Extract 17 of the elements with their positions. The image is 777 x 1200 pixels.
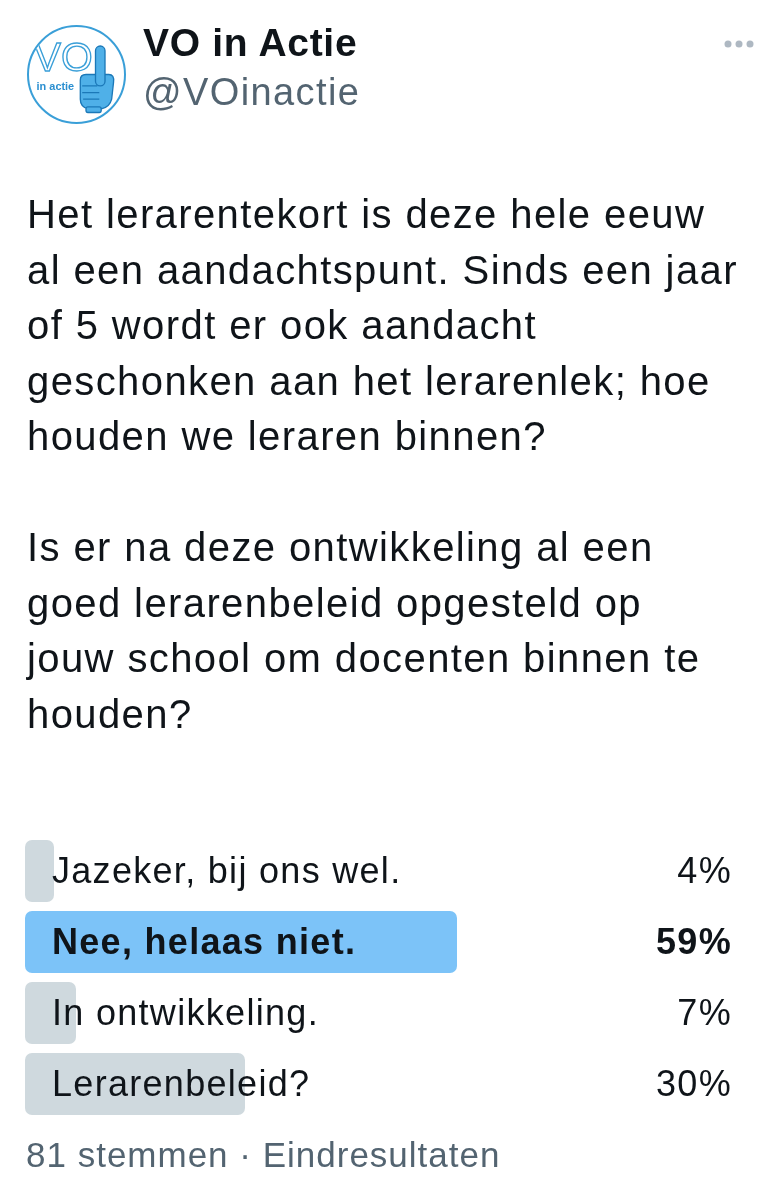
author-name[interactable]: VO in Actie [143, 21, 358, 65]
logo-subtext: in actie [36, 79, 75, 92]
poll-percentage: 30% [656, 1062, 732, 1106]
poll-summary: 81 stemmen · Eindresultaten [26, 1135, 501, 1175]
poll-percentage: 7% [677, 991, 732, 1035]
logo-text: VO [33, 33, 93, 80]
tweet-text: Is er na deze ontwikkeling al een goed lerarenbeleid opgesteld op jouw school om docenten binnen te houden? [27, 524, 701, 738]
poll-option-label: Jazeker, bij ons wel. [52, 849, 402, 893]
more-icon[interactable] [724, 40, 754, 48]
poll-percentage: 4% [677, 849, 732, 893]
poll-option-label: In ontwikkeling. [52, 991, 319, 1035]
author-handle[interactable]: @VOinactie [143, 70, 361, 114]
tweet-text: Het lerarentekort is deze hele eeuw al een aandachtspunt. Sinds een jaar of 5 wordt er ook aandacht geschonken aan het lerarenlek; hoe houden we leraren binnen? [27, 191, 738, 460]
avatar-logo[interactable]: VO in actie [27, 25, 126, 124]
poll-option-label: Nee, helaas niet. [52, 920, 357, 964]
poll-option-label: Lerarenbeleid? [52, 1062, 311, 1106]
poll-percentage: 59% [656, 920, 732, 964]
